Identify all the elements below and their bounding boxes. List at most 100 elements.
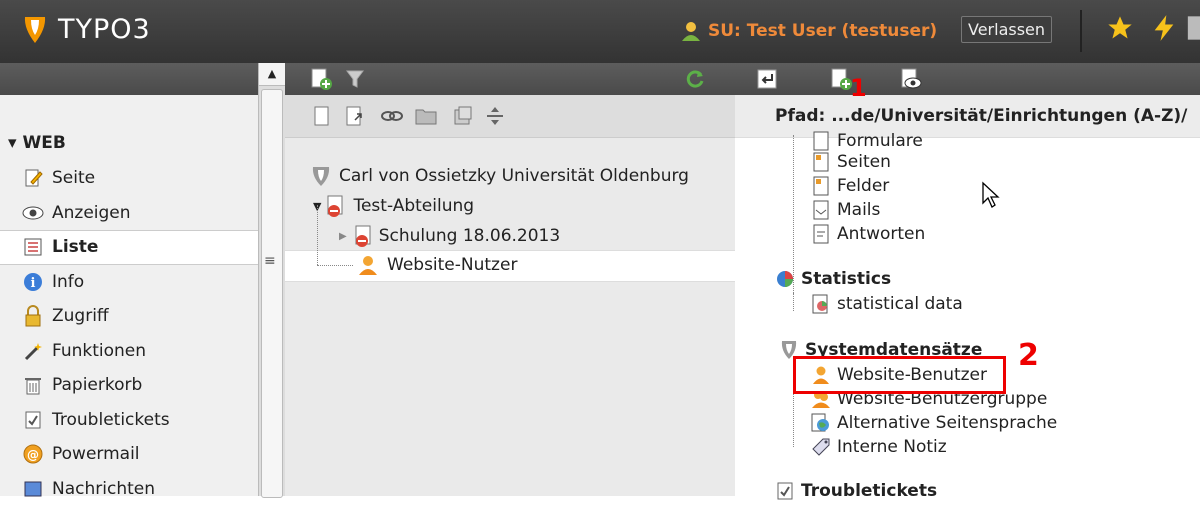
module-troubletickets[interactable]: Troubletickets — [0, 403, 258, 438]
module-label: Info — [52, 272, 84, 292]
logout-button[interactable]: Verlassen — [961, 16, 1052, 43]
module-label: Powermail — [52, 444, 140, 464]
form-page-icon — [811, 152, 831, 172]
page-link-icon[interactable] — [345, 106, 365, 126]
link-icon[interactable] — [381, 109, 403, 123]
switch-user-info[interactable]: SU: Test User (testuser) — [680, 20, 937, 42]
section-troubletickets[interactable]: Troubletickets — [775, 481, 937, 501]
module-label: Troubletickets — [52, 410, 170, 430]
tree-item-test-abteilung[interactable]: ▼ Test-Abteilung — [313, 194, 474, 218]
recycler-icon[interactable] — [451, 106, 473, 126]
page-hidden-icon — [351, 224, 373, 248]
record-type-label: statistical data — [837, 294, 963, 314]
search-icon[interactable] — [1186, 14, 1200, 42]
filter-icon[interactable] — [345, 69, 365, 89]
module-label: Funktionen — [52, 341, 146, 361]
annotation-2: 2 — [1018, 338, 1039, 373]
folder-icon[interactable] — [415, 107, 437, 125]
page-hidden-icon — [325, 194, 347, 218]
scroll-up-button[interactable]: ▲ — [259, 63, 285, 86]
module-nachrichten[interactable]: Nachrichten — [0, 472, 258, 506]
trash-icon — [22, 374, 44, 396]
module-group-label: WEB — [22, 133, 65, 153]
scroll-thumb[interactable] — [261, 89, 283, 498]
path-value: ...de/Universität/Einrichtungen (A-Z)/ — [831, 106, 1187, 126]
module-papierkorb[interactable]: Papierkorb — [0, 368, 258, 403]
user-icon — [680, 20, 702, 42]
list-icon — [22, 236, 44, 258]
typo3-logo[interactable]: TYPO3 — [22, 14, 151, 45]
collapse-toggle-icon[interactable]: ▶ — [339, 231, 347, 242]
module-powermail[interactable]: @ Powermail — [0, 437, 258, 472]
module-info[interactable]: i Info — [0, 265, 258, 300]
record-type-formulare[interactable]: Formulare — [811, 131, 923, 151]
news-icon — [22, 478, 44, 500]
tree-item-website-nutzer[interactable]: Website-Nutzer — [357, 254, 517, 276]
page-tree-pane: Carl von Ossietzky Universität Oldenburg… — [285, 63, 735, 496]
record-type-label: Formulare — [837, 131, 923, 151]
page-tree-toolbar — [285, 95, 735, 138]
module-liste[interactable]: Liste — [0, 230, 258, 265]
lightning-icon[interactable] — [1150, 14, 1178, 42]
new-page-icon[interactable] — [309, 67, 333, 91]
record-type-antworten[interactable]: Antworten — [811, 224, 925, 244]
record-type-label: Seiten — [837, 152, 891, 172]
record-type-label: Antworten — [837, 224, 925, 244]
page-icon[interactable] — [313, 106, 331, 126]
view-page-icon[interactable] — [899, 67, 923, 91]
record-type-alternative-seitensprache[interactable]: Alternative Seitensprache — [811, 413, 1057, 433]
module-seite[interactable]: Seite — [0, 161, 258, 196]
module-label: Anzeigen — [52, 203, 131, 223]
page-edit-icon — [22, 167, 44, 189]
ticket-section-icon — [775, 481, 795, 501]
record-type-statistical-data[interactable]: statistical data — [811, 294, 963, 314]
sidebar-scrollbar[interactable]: ▲ ≡ — [258, 63, 285, 496]
path-display: Pfad: ...de/Universität/Einrichtungen (A… — [775, 106, 1187, 126]
tree-root[interactable]: Carl von Ossietzky Universität Oldenburg — [309, 164, 689, 188]
lock-icon — [22, 305, 44, 327]
page-tree-header — [285, 63, 735, 95]
powermail-icon: @ — [22, 443, 44, 465]
refresh-icon[interactable] — [685, 69, 705, 89]
annotation-1: 1 — [850, 74, 867, 102]
return-icon[interactable] — [757, 69, 777, 89]
record-type-label: Mails — [837, 200, 880, 220]
content-header — [735, 63, 1200, 95]
eye-icon — [22, 202, 44, 224]
module-funktionen[interactable]: Funktionen — [0, 334, 258, 369]
record-type-felder[interactable]: Felder — [811, 176, 889, 196]
pie-chart-icon — [775, 269, 795, 289]
path-label: Pfad: — [775, 106, 825, 126]
record-type-label: Alternative Seitensprache — [837, 413, 1057, 433]
svg-text:@: @ — [27, 448, 39, 462]
record-type-interne-notiz[interactable]: Interne Notiz — [811, 437, 947, 457]
module-zugriff[interactable]: Zugriff — [0, 299, 258, 334]
record-type-seiten[interactable]: Seiten — [811, 152, 891, 172]
language-globe-icon — [811, 413, 831, 433]
ticket-icon — [22, 409, 44, 431]
tree-item-label: Schulung 18.06.2013 — [379, 226, 561, 246]
spacer-icon[interactable] — [485, 106, 505, 126]
tree-item-schulung[interactable]: ▶ Schulung 18.06.2013 — [339, 224, 560, 248]
module-menu: ▾ WEB Seite Anzeigen Liste i Info Zugrif… — [0, 63, 258, 496]
section-title: Troubletickets — [801, 481, 937, 501]
typo3-logo-icon — [22, 15, 48, 45]
annotation-highlight-box — [793, 356, 1006, 394]
module-anzeigen[interactable]: Anzeigen — [0, 196, 258, 231]
info-icon: i — [22, 271, 44, 293]
mouse-cursor-icon — [981, 181, 1001, 209]
tree-line — [317, 265, 353, 266]
module-label: Papierkorb — [52, 375, 142, 395]
answer-icon — [811, 224, 831, 244]
module-group-web[interactable]: ▾ WEB — [8, 133, 66, 153]
tree-item-label: Test-Abteilung — [353, 196, 474, 216]
record-type-mails[interactable]: Mails — [811, 200, 880, 220]
content-pane: Pfad: ...de/Universität/Einrichtungen (A… — [735, 63, 1200, 496]
mail-icon — [811, 200, 831, 220]
splitter-grip-icon[interactable]: ≡ — [264, 253, 276, 269]
form-icon — [811, 131, 831, 151]
tree-line — [793, 293, 794, 307]
star-icon[interactable] — [1106, 14, 1134, 42]
module-label: Liste — [52, 237, 98, 257]
section-statistics[interactable]: Statistics — [775, 269, 891, 289]
